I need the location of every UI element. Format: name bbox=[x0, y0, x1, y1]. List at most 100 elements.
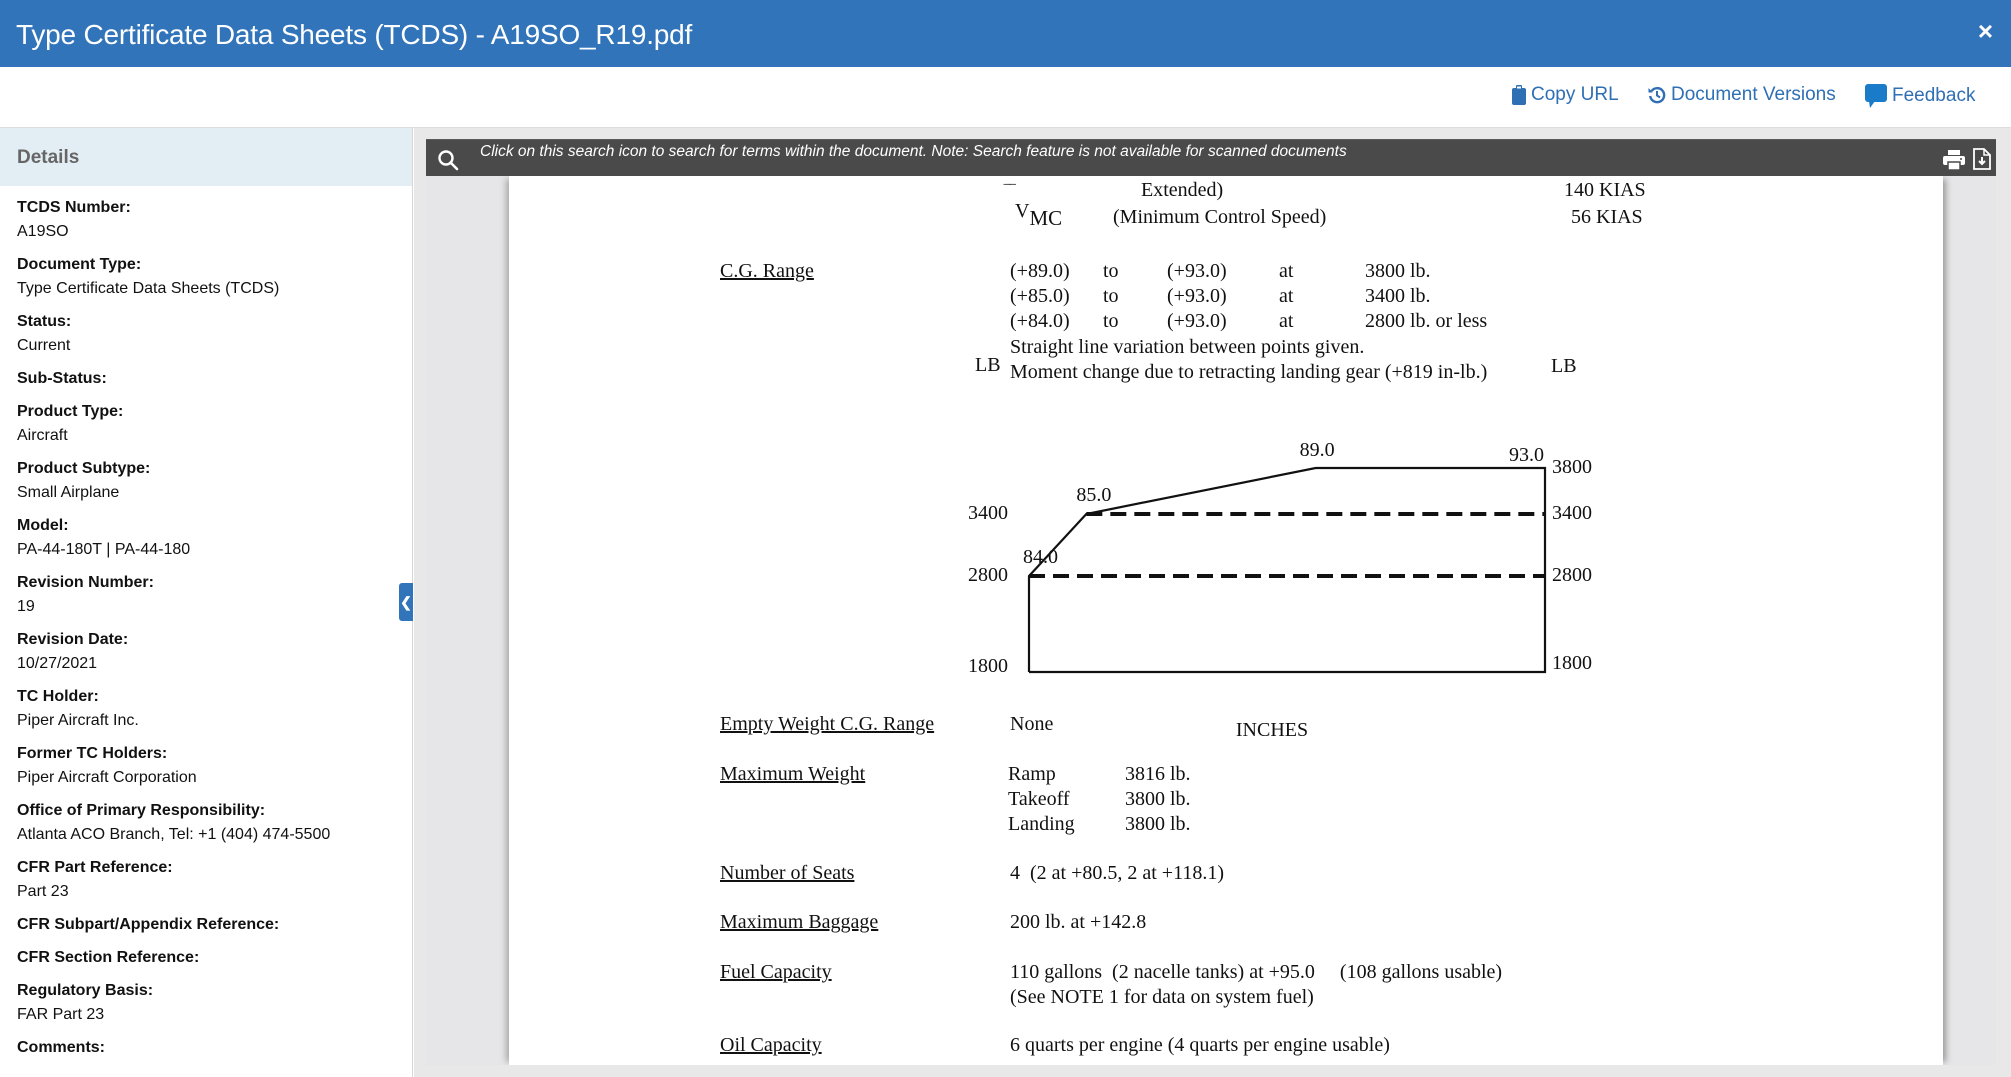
copy-url-button[interactable]: Copy URL bbox=[1512, 84, 1619, 106]
detail-value: FAR Part 23 bbox=[17, 1006, 105, 1023]
history-icon bbox=[1648, 86, 1666, 104]
y-axis-label-left: LB bbox=[975, 354, 1001, 376]
detail-label: Model: bbox=[17, 517, 69, 534]
clipboard-icon bbox=[1512, 85, 1526, 105]
pdf-page: ̲ ̲ Extended) 140 KIAS VMC (Minimum Cont… bbox=[509, 176, 1943, 1065]
empty-weight-cg-heading: Empty Weight C.G. Range bbox=[720, 713, 935, 735]
detail-field: Comments: bbox=[0, 1036, 412, 1060]
detail-label: CFR Part Reference: bbox=[17, 859, 173, 876]
empty-weight-cg-value: None bbox=[1010, 713, 1054, 735]
y-tick-left: 1800 bbox=[968, 655, 1008, 677]
copy-url-label: Copy URL bbox=[1531, 84, 1619, 105]
detail-value: Aircraft bbox=[17, 427, 68, 444]
speech-bubble-icon bbox=[1865, 84, 1887, 108]
point-label: 85.0 bbox=[1076, 484, 1111, 506]
seats-heading: Number of Seats bbox=[720, 862, 855, 884]
y-tick-left: 2800 bbox=[968, 564, 1008, 586]
print-icon[interactable] bbox=[1943, 150, 1965, 170]
detail-label: CFR Subpart/Appendix Reference: bbox=[17, 916, 280, 933]
detail-field: TC Holder: Piper Aircraft Inc. bbox=[0, 685, 412, 733]
download-file-icon[interactable] bbox=[1973, 148, 1991, 170]
baggage-value: 200 lb. at +142.8 bbox=[1010, 911, 1147, 933]
detail-field: Former TC Holders: Piper Aircraft Corpora… bbox=[0, 742, 412, 790]
detail-field: Model: PA-44-180T | PA-44-180 bbox=[0, 514, 412, 562]
detail-label: Former TC Holders: bbox=[17, 745, 168, 762]
pdf-toolbar: Click on this search icon to search for … bbox=[426, 139, 1996, 176]
max-weight-label: Takeoff bbox=[1008, 788, 1070, 810]
baggage-heading: Maximum Baggage bbox=[720, 911, 879, 933]
detail-field: CFR Part Reference: Part 23 bbox=[0, 856, 412, 904]
detail-label: Product Subtype: bbox=[17, 460, 151, 477]
document-versions-button[interactable]: Document Versions bbox=[1648, 84, 1836, 106]
detail-field: Status: Current bbox=[0, 310, 412, 358]
max-weight-value: 3800 lb. bbox=[1125, 788, 1191, 810]
detail-value: Piper Aircraft Inc. bbox=[17, 712, 139, 729]
window-title: Type Certificate Data Sheets (TCDS) - A1… bbox=[16, 19, 693, 50]
detail-value: Current bbox=[17, 337, 71, 354]
fuel-heading: Fuel Capacity bbox=[720, 961, 832, 983]
detail-field: TCDS Number: A19SO bbox=[0, 196, 412, 244]
y-tick-right: 3400 bbox=[1552, 502, 1592, 524]
detail-field: Revision Number: 19 bbox=[0, 571, 412, 619]
detail-value: Small Airplane bbox=[17, 484, 120, 501]
chevron-left-icon: ❮ bbox=[400, 593, 412, 610]
detail-label: Status: bbox=[17, 313, 72, 330]
detail-value: A19SO bbox=[17, 223, 69, 240]
action-bar: Copy URL Document Versions Feedback bbox=[0, 67, 2011, 128]
detail-value: Atlanta ACO Branch, Tel: +1 (404) 474-55… bbox=[17, 826, 331, 843]
detail-value: Part 23 bbox=[17, 883, 69, 900]
document-versions-label: Document Versions bbox=[1671, 84, 1836, 105]
collapse-sidebar-button[interactable]: ❮ bbox=[399, 583, 413, 621]
detail-field: CFR Section Reference: bbox=[0, 946, 412, 970]
max-weight-label: Ramp bbox=[1008, 763, 1056, 785]
fuel-note: (See NOTE 1 for data on system fuel) bbox=[1010, 986, 1314, 1008]
max-weight-label: Landing bbox=[1008, 813, 1075, 835]
max-weight-value: 3816 lb. bbox=[1125, 763, 1191, 785]
max-weight-heading: Maximum Weight bbox=[720, 763, 866, 785]
oil-heading: Oil Capacity bbox=[720, 1034, 822, 1056]
fuel-value: 110 gallons (2 nacelle tanks) at +95.0 (… bbox=[1010, 961, 1503, 983]
details-sidebar: Details TCDS Number: A19SO Document Type: T… bbox=[0, 128, 413, 1077]
detail-field: CFR Subpart/Appendix Reference: bbox=[0, 913, 412, 937]
details-header: Details bbox=[0, 128, 412, 186]
detail-label: Revision Date: bbox=[17, 631, 129, 648]
y-tick-left: 3400 bbox=[968, 502, 1008, 524]
detail-field: Revision Date: 10/27/2021 bbox=[0, 628, 412, 676]
cg-envelope-chart: 84.0 85.0 89.0 93.0 LB LB INCHES 3400 2800 1800 38… bbox=[968, 354, 1592, 736]
detail-value: Type Certificate Data Sheets (TCDS) bbox=[17, 280, 280, 297]
detail-field: Sub-Status: bbox=[0, 367, 412, 391]
detail-label: Revision Number: bbox=[17, 574, 154, 591]
detail-field: Office of Primary Responsibility: Atlanta… bbox=[0, 799, 412, 847]
detail-value: Piper Aircraft Corporation bbox=[17, 769, 197, 786]
detail-field: Regulatory Basis: FAR Part 23 bbox=[0, 979, 412, 1027]
feedback-button[interactable]: Feedback bbox=[1865, 84, 1975, 108]
pdf-scroll-area[interactable]: ̲ ̲ Extended) 140 KIAS VMC (Minimum Cont… bbox=[426, 176, 1996, 1065]
y-tick-right: 2800 bbox=[1552, 564, 1592, 586]
detail-label: Regulatory Basis: bbox=[17, 982, 154, 999]
seats-value: 4 (2 at +80.5, 2 at +118.1) bbox=[1010, 862, 1225, 884]
detail-label: CFR Section Reference: bbox=[17, 949, 200, 966]
detail-field: Document Type: Type Certificate Data Shee… bbox=[0, 253, 412, 301]
detail-value: 10/27/2021 bbox=[17, 655, 98, 672]
y-tick-right: 3800 bbox=[1552, 456, 1592, 478]
feedback-label: Feedback bbox=[1892, 85, 1976, 106]
details-fields: TCDS Number: A19SO Document Type: Type Cert… bbox=[0, 196, 412, 1060]
point-label: 89.0 bbox=[1300, 439, 1335, 461]
detail-label: Sub-Status: bbox=[17, 370, 107, 387]
detail-value: 19 bbox=[17, 598, 35, 615]
close-icon[interactable]: × bbox=[1978, 18, 1993, 44]
detail-label: TCDS Number: bbox=[17, 199, 131, 216]
title-bar: Type Certificate Data Sheets (TCDS) - A1… bbox=[0, 0, 2011, 67]
search-hint: Click on this search icon to search for … bbox=[480, 143, 1347, 160]
detail-label: TC Holder: bbox=[17, 688, 99, 705]
detail-label: Product Type: bbox=[17, 403, 124, 420]
x-axis-label: INCHES bbox=[1236, 719, 1308, 736]
max-weight-value: 3800 lb. bbox=[1125, 813, 1191, 835]
detail-field: Product Type: Aircraft bbox=[0, 400, 412, 448]
oil-value: 6 quarts per engine (4 quarts per engine… bbox=[1010, 1034, 1390, 1056]
detail-field: Product Subtype: Small Airplane bbox=[0, 457, 412, 505]
detail-value: PA-44-180T | PA-44-180 bbox=[17, 541, 191, 558]
search-icon[interactable] bbox=[437, 149, 459, 171]
y-tick-right: 1800 bbox=[1552, 652, 1592, 674]
detail-label: Document Type: bbox=[17, 256, 142, 273]
